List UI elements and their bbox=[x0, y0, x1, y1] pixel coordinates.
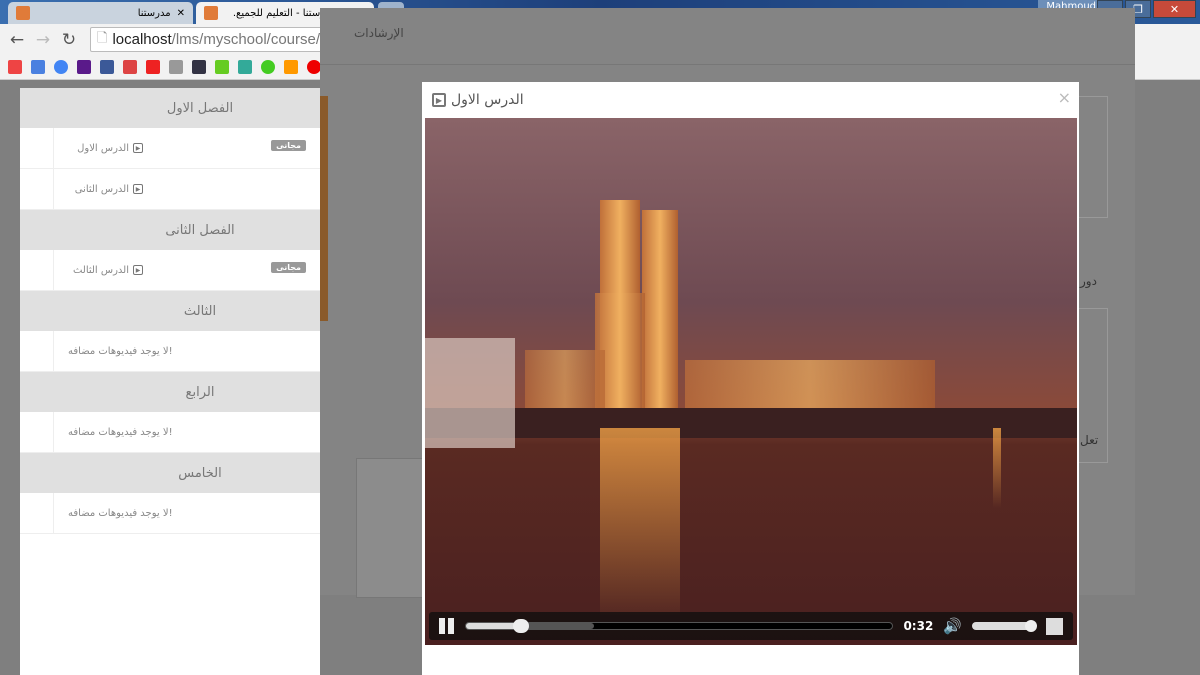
forward-icon[interactable]: → bbox=[30, 30, 56, 50]
bookmark-icon[interactable] bbox=[169, 60, 183, 74]
modal-title: الدرس الاول bbox=[451, 92, 524, 108]
section-header[interactable]: الثالث bbox=[20, 291, 320, 331]
current-time: 0:32 bbox=[903, 619, 934, 633]
vodafone-icon[interactable] bbox=[307, 60, 321, 74]
modal-header: ▶ الدرس الاول bbox=[422, 82, 1079, 118]
section-header[interactable]: الخامس bbox=[20, 453, 320, 493]
google-icon[interactable] bbox=[54, 60, 68, 74]
volume-handle[interactable] bbox=[1024, 620, 1037, 632]
free-badge: مجانى bbox=[271, 262, 306, 273]
tab-title: مدرستنا bbox=[137, 7, 171, 19]
empty-message: !لا يوجد فيديوهات مضافه bbox=[68, 345, 173, 357]
sync-icon[interactable] bbox=[238, 60, 252, 74]
gmail-icon[interactable] bbox=[123, 60, 137, 74]
lesson-item[interactable]: ▶ الدرس الثانى bbox=[20, 169, 320, 210]
section-header[interactable]: الفصل الثانى bbox=[20, 210, 320, 250]
volume-slider[interactable] bbox=[972, 620, 1037, 632]
empty-lessons-item: !لا يوجد فيديوهات مضافه bbox=[20, 331, 320, 372]
url-host: localhost bbox=[112, 31, 172, 48]
course-sidebar: الفصل الاول ▶ الدرس الاول مجانى ▶ الدرس الثان… bbox=[20, 88, 320, 675]
xampp-favicon-icon bbox=[16, 6, 30, 20]
youtube-icon[interactable] bbox=[146, 60, 160, 74]
lesson-label: الدرس الثانى bbox=[74, 183, 129, 195]
bookmark-icon[interactable] bbox=[284, 60, 298, 74]
video-player[interactable]: 0:32 🔊 bbox=[425, 118, 1077, 645]
etisalat-icon[interactable] bbox=[261, 60, 275, 74]
tab-title: مدرستنا - التعليم للجميع. bbox=[232, 7, 336, 19]
back-icon[interactable]: ← bbox=[4, 30, 30, 50]
close-tab-icon[interactable]: ✕ bbox=[177, 8, 185, 19]
yahoo-icon[interactable] bbox=[77, 60, 91, 74]
xampp-favicon-icon bbox=[204, 6, 218, 20]
close-modal-button[interactable]: × bbox=[1058, 88, 1071, 107]
empty-message: !لا يوجد فيديوهات مضافه bbox=[68, 507, 173, 519]
lesson-label: الدرس الاول bbox=[77, 142, 129, 154]
kv-icon[interactable] bbox=[192, 60, 206, 74]
empty-lessons-item: !لا يوجد فيديوهات مضافه bbox=[20, 412, 320, 453]
lesson-item[interactable]: ▶ الدرس الاول مجانى bbox=[20, 128, 320, 169]
translate-bookmark-icon[interactable] bbox=[31, 60, 45, 74]
reload-icon[interactable]: ↻ bbox=[56, 30, 82, 50]
play-square-icon: ▶ bbox=[432, 93, 446, 107]
seek-handle[interactable] bbox=[513, 619, 530, 633]
partial-text: تعل bbox=[1080, 433, 1099, 447]
pause-button[interactable] bbox=[439, 618, 455, 634]
video-modal: ▶ الدرس الاول × 0:32 🔊 bbox=[422, 82, 1079, 675]
play-square-icon: ▶ bbox=[133, 143, 143, 153]
download-bookmark-icon[interactable] bbox=[215, 60, 229, 74]
tab-inactive[interactable]: مدرستنا ✕ bbox=[8, 2, 193, 24]
page-icon: 🗋 bbox=[97, 29, 108, 45]
empty-lessons-item: !لا يوجد فيديوهات مضافه bbox=[20, 493, 320, 534]
play-square-icon: ▶ bbox=[133, 265, 143, 275]
nav-tab-instructions[interactable]: الإرشادات bbox=[354, 26, 404, 40]
apps-icon[interactable] bbox=[8, 60, 22, 74]
section-header[interactable]: الرابع bbox=[20, 372, 320, 412]
seek-bar[interactable] bbox=[465, 619, 894, 633]
video-controls: 0:32 🔊 bbox=[429, 612, 1073, 640]
close-window-button[interactable]: ✕ bbox=[1153, 0, 1196, 18]
volume-icon[interactable]: 🔊 bbox=[943, 617, 962, 635]
lesson-label: الدرس الثالث bbox=[72, 264, 129, 276]
free-badge: مجانى bbox=[271, 140, 306, 151]
empty-message: !لا يوجد فيديوهات مضافه bbox=[68, 426, 173, 438]
partial-heading: دور bbox=[1080, 274, 1097, 288]
facebook-icon[interactable] bbox=[100, 60, 114, 74]
play-square-icon: ▶ bbox=[133, 184, 143, 194]
lesson-item[interactable]: ▶ الدرس الثالث مجانى bbox=[20, 250, 320, 291]
section-header[interactable]: الفصل الاول bbox=[20, 88, 320, 128]
fullscreen-button[interactable] bbox=[1046, 617, 1063, 635]
